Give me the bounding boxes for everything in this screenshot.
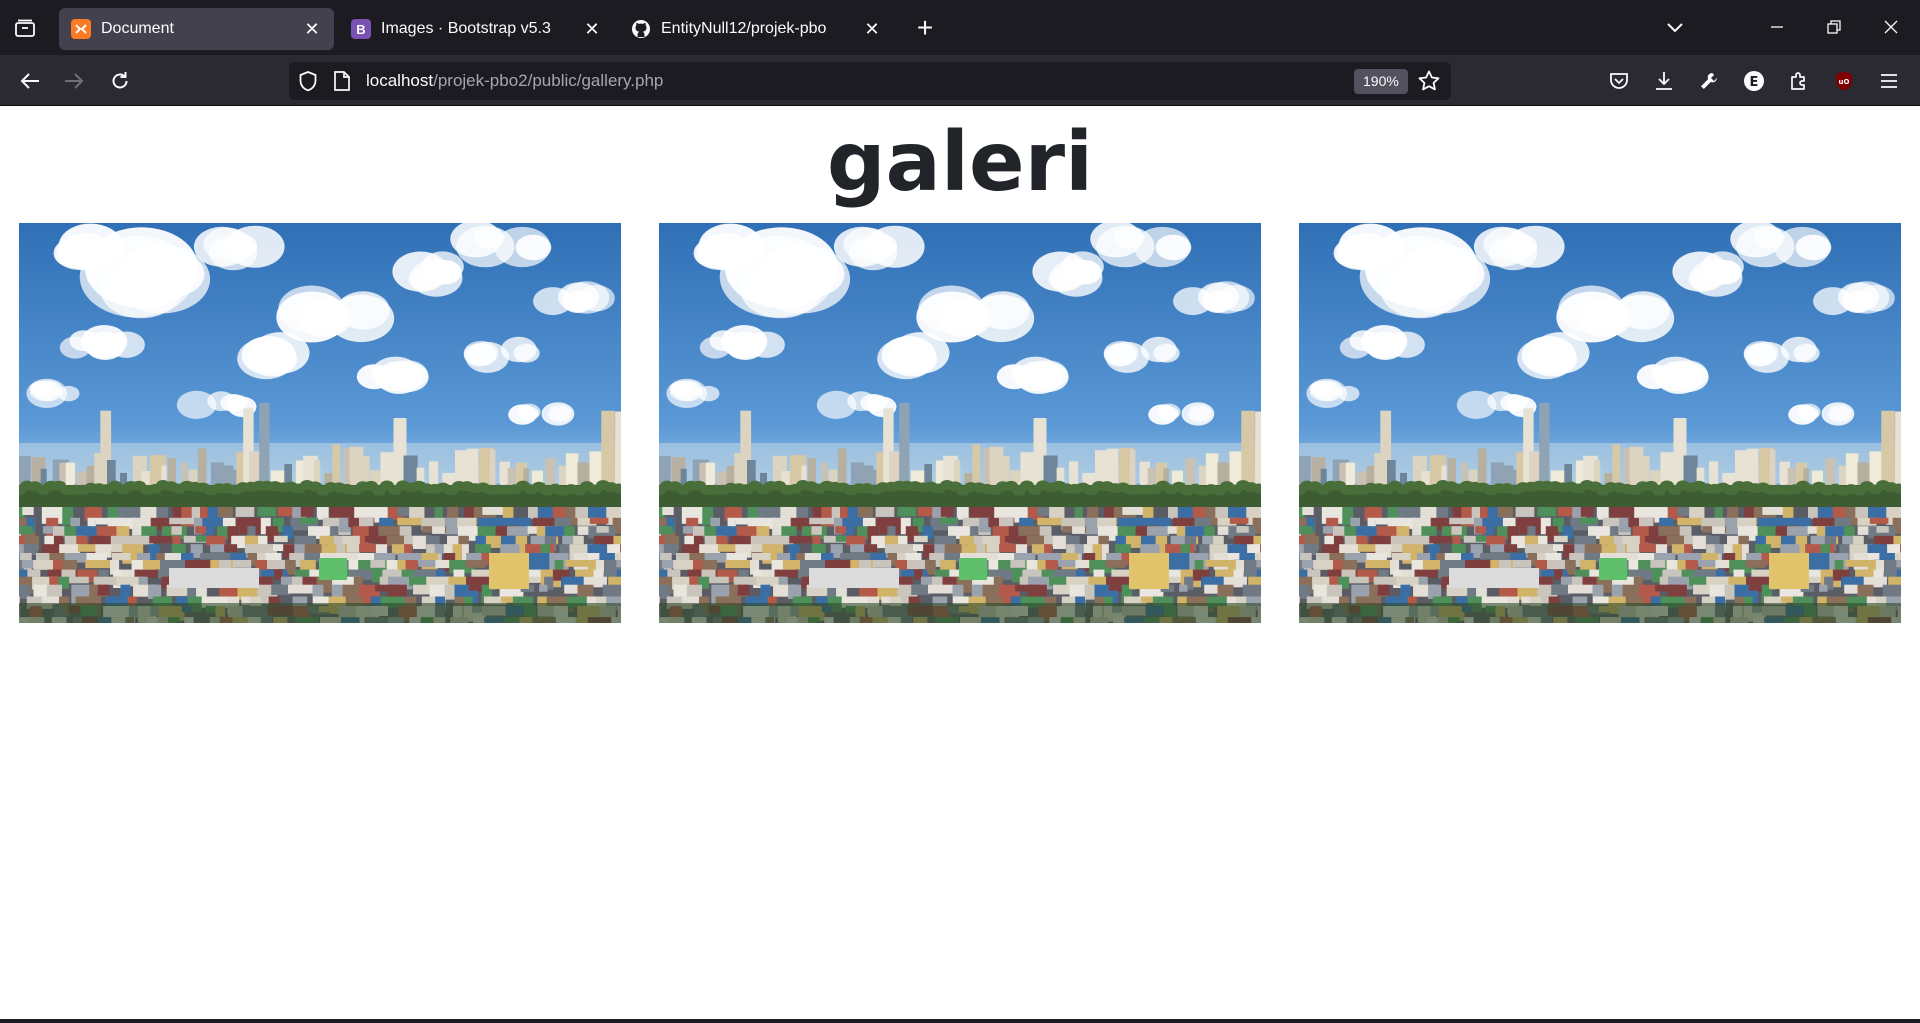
close-window-icon[interactable] bbox=[1876, 12, 1906, 42]
restore-icon[interactable] bbox=[1819, 12, 1849, 42]
tab-title: Document bbox=[101, 20, 174, 37]
bookmark-star-icon[interactable] bbox=[1417, 69, 1441, 98]
reload-icon[interactable] bbox=[104, 65, 136, 97]
menu-hamburger-icon[interactable] bbox=[1875, 67, 1903, 95]
firefox-view-icon[interactable] bbox=[12, 16, 38, 40]
gallery-grid bbox=[19, 223, 1901, 623]
gallery-image bbox=[1299, 223, 1901, 623]
page-title: galeri bbox=[826, 115, 1094, 210]
tab-title: Images · Bootstrap v5.3 bbox=[381, 20, 551, 37]
back-icon[interactable] bbox=[14, 65, 46, 97]
url-host: localhost bbox=[366, 71, 434, 90]
minimize-icon[interactable] bbox=[1762, 12, 1792, 42]
extension-e-icon[interactable]: E bbox=[1740, 67, 1768, 95]
shield-icon[interactable] bbox=[297, 70, 319, 97]
zoom-level-button[interactable]: 190% bbox=[1354, 69, 1408, 94]
url-path: /projek-pbo2/public/gallery.php bbox=[433, 71, 664, 90]
gallery-image bbox=[659, 223, 1261, 623]
window-bottom-edge bbox=[0, 1019, 1920, 1023]
svg-text:E: E bbox=[1750, 75, 1759, 90]
github-icon bbox=[631, 19, 651, 39]
bootstrap-icon: B bbox=[351, 19, 371, 39]
downloads-icon[interactable] bbox=[1650, 67, 1678, 95]
close-tab-icon[interactable]: ✕ bbox=[862, 19, 882, 39]
gallery-image bbox=[19, 223, 621, 623]
tab-bootstrap-images[interactable]: B Images · Bootstrap v5.3 ✕ bbox=[339, 8, 614, 50]
page-info-icon[interactable] bbox=[333, 71, 351, 96]
extensions-puzzle-icon[interactable] bbox=[1785, 67, 1813, 95]
navigation-toolbar: localhost/projek-pbo2/public/gallery.php… bbox=[0, 55, 1920, 106]
url-text[interactable]: localhost/projek-pbo2/public/gallery.php bbox=[366, 71, 663, 91]
page-content: galeri bbox=[0, 107, 1920, 1019]
close-tab-icon[interactable]: ✕ bbox=[302, 19, 322, 39]
xampp-icon bbox=[71, 19, 91, 39]
tab-title: EntityNull12/projek-pbo bbox=[661, 20, 827, 37]
forward-icon[interactable] bbox=[58, 65, 90, 97]
wrench-icon[interactable] bbox=[1695, 67, 1723, 95]
close-tab-icon[interactable]: ✕ bbox=[582, 19, 602, 39]
tab-github[interactable]: EntityNull12/projek-pbo ✕ bbox=[619, 8, 894, 50]
new-tab-button[interactable]: + bbox=[910, 14, 940, 44]
list-all-tabs-icon[interactable] bbox=[1662, 16, 1688, 40]
tab-strip: Document ✕ B Images · Bootstrap v5.3 ✕ E… bbox=[0, 0, 1920, 55]
svg-text:uO: uO bbox=[1839, 78, 1850, 86]
pocket-icon[interactable] bbox=[1605, 67, 1633, 95]
ublock-origin-icon[interactable]: uO bbox=[1830, 67, 1858, 95]
address-bar[interactable]: localhost/projek-pbo2/public/gallery.php… bbox=[289, 62, 1451, 100]
tab-document[interactable]: Document ✕ bbox=[59, 8, 334, 50]
